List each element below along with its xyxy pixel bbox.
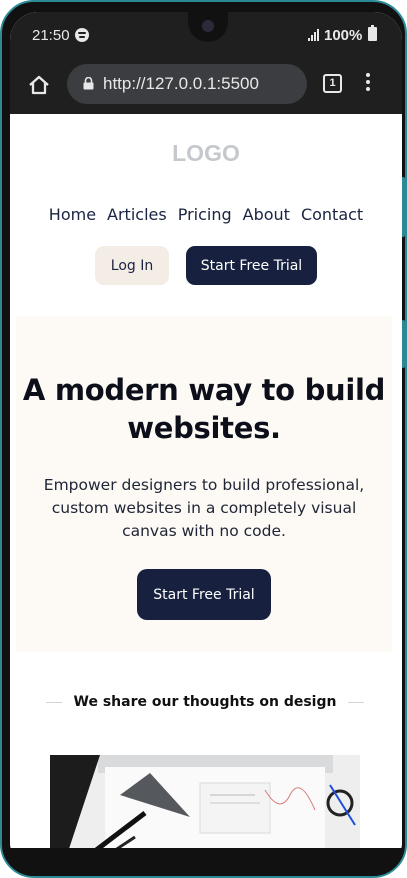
- phone-frame: 21:50 100% http://127.0.0.1:5500 1 LOGO …: [0, 0, 407, 878]
- site-logo[interactable]: LOGO: [10, 140, 402, 167]
- camera-icon: [202, 20, 214, 32]
- hero-section: A modern way to build websites. Empower …: [16, 316, 392, 652]
- main-nav: Home Articles Pricing About Contact: [10, 205, 402, 224]
- hero-subtitle: Empower designers to build professional,…: [43, 476, 365, 540]
- signal-icon: [308, 29, 322, 41]
- url-text: http://127.0.0.1:5500: [103, 74, 259, 93]
- spotify-icon: [75, 28, 89, 42]
- section-heading: We share our thoughts on design: [73, 694, 337, 710]
- nav-link-about[interactable]: About: [243, 205, 290, 224]
- divider-left: [46, 701, 62, 703]
- address-bar[interactable]: http://127.0.0.1:5500: [67, 64, 307, 104]
- nav-link-contact[interactable]: Contact: [301, 205, 363, 224]
- web-page: LOGO Home Articles Pricing About Contact…: [10, 114, 402, 870]
- hero-title: A modern way to build websites.: [22, 373, 386, 445]
- battery-icon: [368, 25, 377, 41]
- screen: 21:50 100% http://127.0.0.1:5500 1 LOGO …: [10, 12, 402, 870]
- battery-percentage: 100%: [324, 27, 363, 44]
- tab-switcher-icon[interactable]: 1: [323, 74, 342, 93]
- phone-bottom-bezel: [2, 848, 405, 876]
- nav-link-articles[interactable]: Articles: [107, 205, 167, 224]
- auth-buttons: Log In Start Free Trial: [10, 246, 402, 285]
- divider-right: [348, 701, 364, 703]
- nav-link-pricing[interactable]: Pricing: [178, 205, 232, 224]
- start-trial-button[interactable]: Start Free Trial: [186, 246, 317, 285]
- lock-icon: [83, 77, 94, 90]
- status-time: 21:50: [32, 27, 70, 44]
- status-bar: 21:50 100%: [10, 12, 402, 54]
- nav-link-home[interactable]: Home: [49, 205, 96, 224]
- overflow-menu-icon[interactable]: [365, 73, 371, 95]
- browser-toolbar: http://127.0.0.1:5500 1: [10, 54, 402, 114]
- home-icon[interactable]: [28, 74, 50, 96]
- hero-start-trial-button[interactable]: Start Free Trial: [137, 569, 271, 620]
- articles-heading: We share our thoughts on design: [46, 694, 364, 710]
- login-button[interactable]: Log In: [95, 246, 169, 285]
